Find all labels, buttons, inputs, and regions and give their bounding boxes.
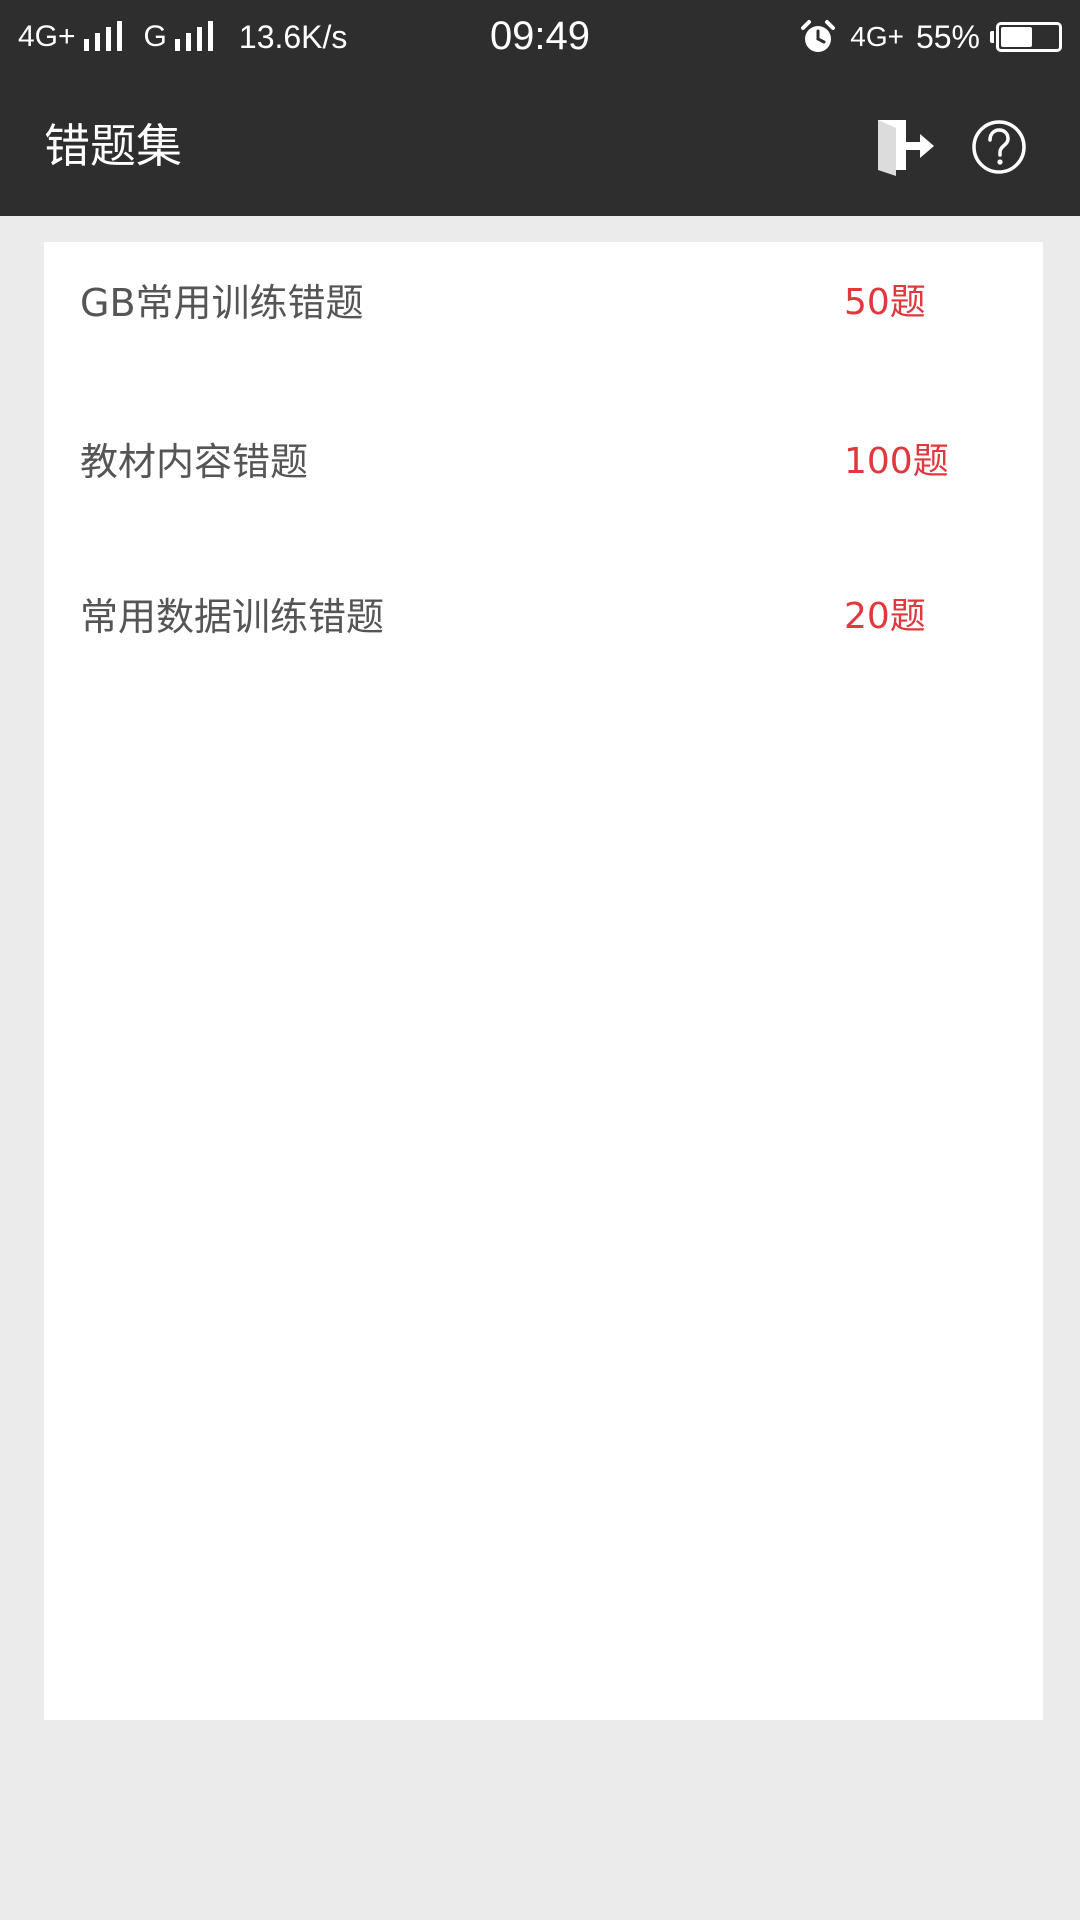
list-item[interactable]: 常用数据训练错题 20题	[44, 569, 1043, 665]
list-item-name: GB常用训练错题	[80, 281, 364, 325]
status-right: 4G+ 55%	[800, 16, 1062, 58]
help-icon[interactable]	[970, 118, 1028, 176]
battery-icon	[990, 22, 1062, 52]
list-item[interactable]: 教材内容错题 100题	[44, 414, 1043, 510]
battery-percent: 55%	[915, 18, 980, 55]
app-bar: 错题集	[0, 74, 1080, 216]
list-item-name: 常用数据训练错题	[80, 595, 385, 639]
status-bar: 4G+ G 13.6K/s 09:49 4G+ 55%	[0, 0, 1080, 74]
exit-icon[interactable]	[872, 114, 936, 178]
list-item[interactable]: GB常用训练错题 50题	[44, 255, 1043, 351]
list-item-count: 50题	[844, 282, 926, 323]
net-4g-icon: 4G+	[850, 21, 904, 52]
battery-fill	[1001, 27, 1032, 47]
list-item-count: 100题	[844, 441, 949, 482]
list-item-count: 20题	[844, 596, 926, 637]
wrong-questions-card: GB常用训练错题 50题 教材内容错题 100题 常用数据训练错题 20题	[44, 242, 1043, 1720]
alarm-icon	[801, 20, 836, 52]
page-title: 错题集	[44, 119, 182, 173]
list-item-name: 教材内容错题	[80, 440, 309, 484]
